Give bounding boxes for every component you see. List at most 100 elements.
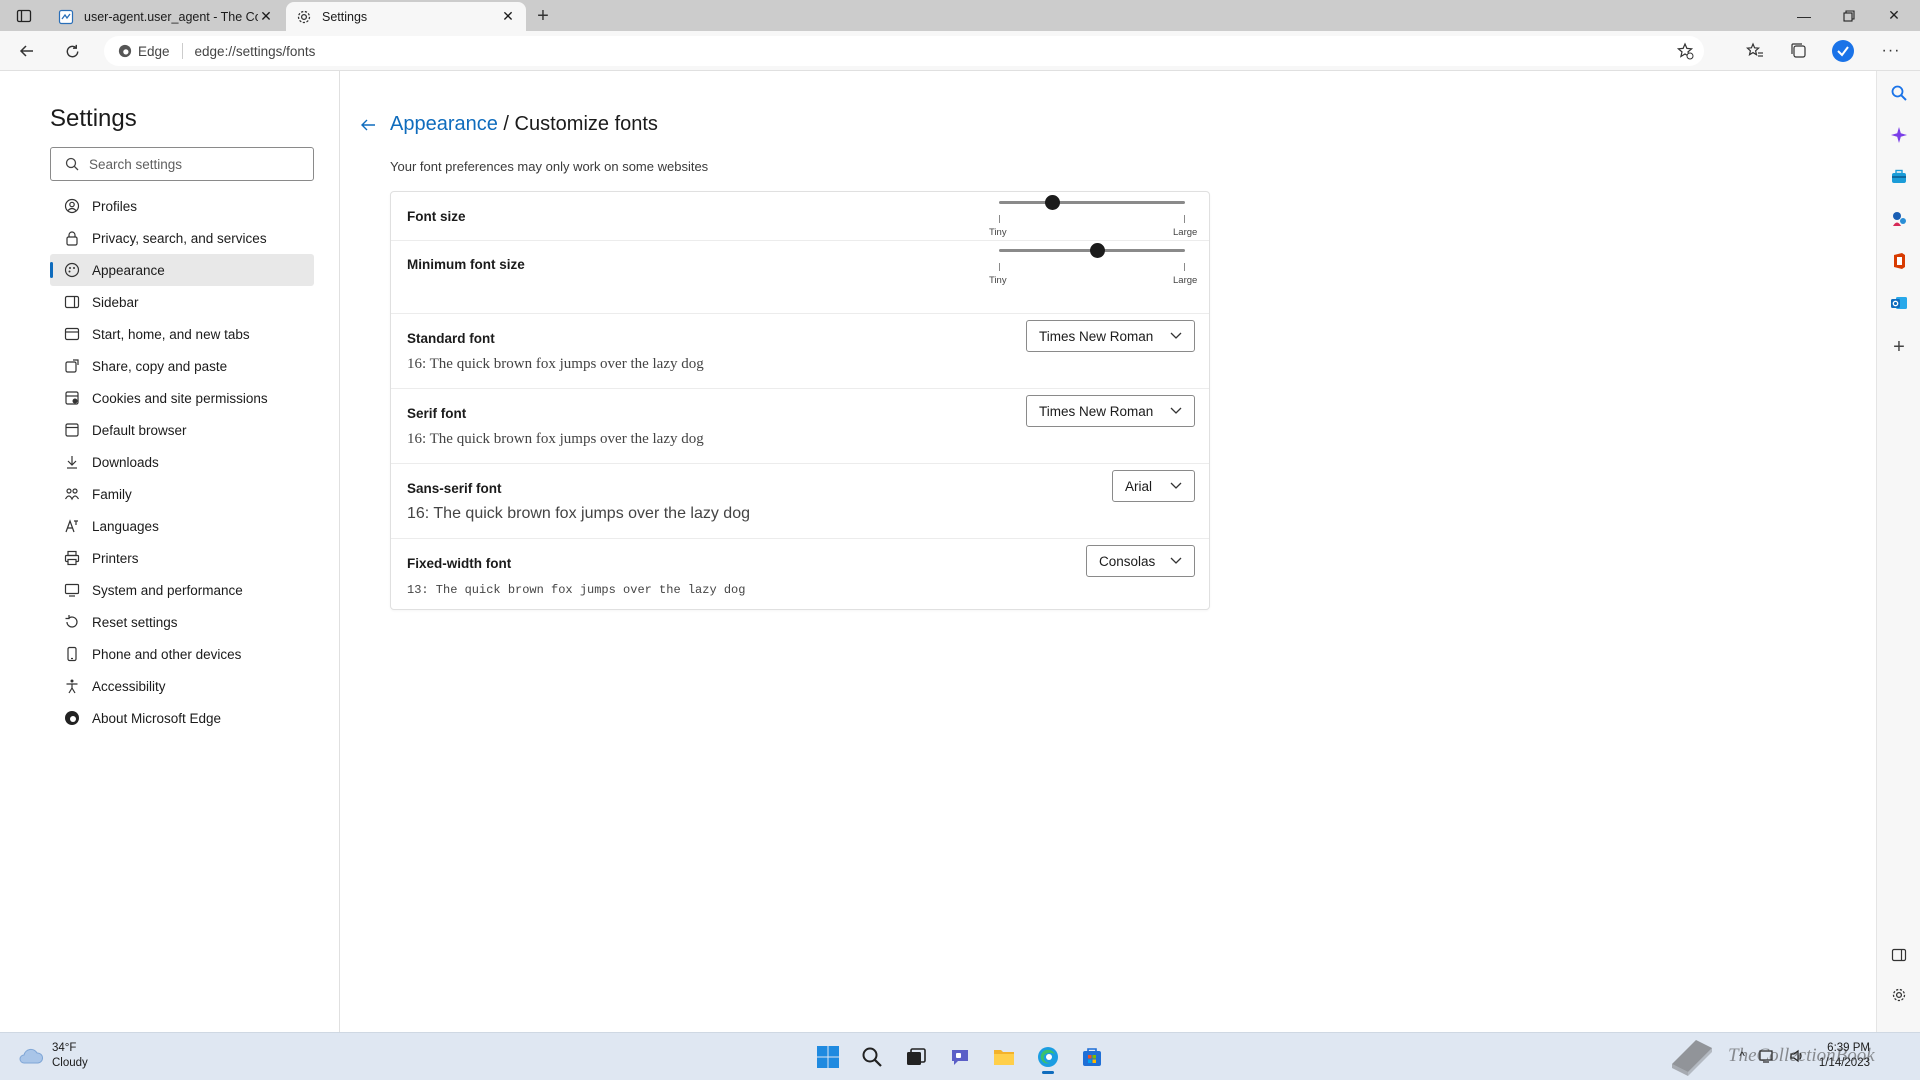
new-tab-button[interactable]: + [530,4,556,28]
sidebar-item-languages[interactable]: Languages [50,510,314,542]
sidebar-item-label: Accessibility [92,678,166,694]
tab-settings[interactable]: Settings ✕ [286,2,526,31]
start-button[interactable] [810,1039,846,1075]
tab-close-button[interactable]: ✕ [258,8,274,25]
restore-icon [1843,9,1855,22]
sidebar-settings-button[interactable] [1887,983,1911,1007]
slider-thumb[interactable] [1090,243,1106,258]
sidebar-item-printers[interactable]: Printers [50,542,314,574]
sidebar-games-button[interactable] [1887,207,1911,231]
sidebar-item-label: Cookies and site permissions [92,390,268,406]
sidebar-item-family[interactable]: Family [50,478,314,510]
appearance-icon [64,262,80,278]
sidebar-item-appearance[interactable]: Appearance [50,254,314,286]
serif-font-dropdown[interactable]: Times New Roman [1026,395,1195,427]
sidebar-tools-button[interactable] [1887,165,1911,189]
edge-sidebar: + [1876,71,1920,1032]
task-view-icon [907,1048,926,1065]
minimum-font-size-label: Minimum font size [407,257,525,272]
standard-font-label: Standard font [407,331,495,346]
sidebar-item-share-copy-and-paste[interactable]: Share, copy and paste [50,350,314,382]
system-icon [64,582,80,598]
sidebar-add-button[interactable]: + [1887,335,1911,359]
slider-tick-min [999,263,1000,271]
taskbar-search-button[interactable] [854,1039,890,1075]
sans-serif-font-sample: 16: The quick brown fox jumps over the l… [407,505,750,522]
weather-temperature: 34°F [52,1042,77,1054]
breadcrumb-appearance-link[interactable]: Appearance [390,113,498,135]
close-window-button[interactable]: ✕ [1872,0,1916,31]
add-favorite-button[interactable] [1676,42,1694,63]
slider-tick-min [999,215,1000,223]
standard-font-row: Standard font 16: The quick brown fox ju… [391,314,1209,389]
settings-main: Appearance / Customize fonts Your font p… [341,71,1875,1032]
back-to-appearance-button[interactable] [357,114,379,136]
gear-icon [1892,988,1906,1002]
sidebar-discover-button[interactable] [1887,123,1911,147]
sidebar-item-start-home-and-new-tabs[interactable]: Start, home, and new tabs [50,318,314,350]
slider-thumb[interactable] [1045,195,1061,210]
minimum-font-size-slider[interactable]: Tiny Large [989,240,1197,286]
slider-tick-max [1184,215,1185,223]
search-settings-input[interactable] [89,156,289,172]
restore-button[interactable] [1827,0,1871,31]
address-bar[interactable]: Edge edge://settings/fonts [104,36,1704,66]
panel-icon [1891,948,1907,962]
profile-button[interactable] [1828,37,1858,65]
refresh-button[interactable] [57,37,87,65]
site-identity-chip[interactable]: Edge [118,43,183,59]
edge-taskbar-button[interactable] [1030,1039,1066,1075]
task-view-button[interactable] [898,1039,934,1075]
file-explorer-button[interactable] [986,1039,1022,1075]
sidebar-item-phone-and-other-devices[interactable]: Phone and other devices [50,638,314,670]
watermark-text: TheCollectionBook [1728,1045,1875,1066]
watermark: TheCollectionBook [1666,1034,1875,1078]
minimize-button[interactable]: — [1782,0,1826,31]
sidebar-item-profiles[interactable]: Profiles [50,190,314,222]
share-icon [64,358,80,374]
sans-serif-font-dropdown[interactable]: Arial [1112,470,1195,502]
sidebar-hide-button[interactable] [1887,943,1911,967]
chevron-down-icon [1170,407,1182,415]
fixed-width-font-row: Fixed-width font 13: The quick brown fox… [391,539,1209,610]
sidebar-item-system-and-performance[interactable]: System and performance [50,574,314,606]
sidebar-item-cookies-and-site-permissions[interactable]: Cookies and site permissions [50,382,314,414]
collections-button[interactable] [1784,37,1814,65]
tab-actions-button[interactable] [10,4,38,28]
more-options-button[interactable]: ··· [1876,37,1906,65]
store-button[interactable] [1074,1039,1110,1075]
font-size-slider[interactable]: Tiny Large [989,192,1197,238]
teams-chat-button[interactable] [942,1039,978,1075]
standard-font-dropdown[interactable]: Times New Roman [1026,320,1195,352]
minimum-font-size-row: Minimum font size Tiny Large [391,241,1209,314]
sidebar-item-privacy-search-and-services[interactable]: Privacy, search, and services [50,222,314,254]
sidebar-search-button[interactable] [1887,81,1911,105]
sidebar-item-downloads[interactable]: Downloads [50,446,314,478]
lock-icon [64,230,80,246]
sidebar-item-accessibility[interactable]: Accessibility [50,670,314,702]
fixed-width-font-dropdown[interactable]: Consolas [1086,545,1195,577]
sidebar-item-about-microsoft-edge[interactable]: About Microsoft Edge [50,702,314,734]
weather-widget[interactable]: 34°F Cloudy [18,1041,88,1071]
slider-max-label: Large [1173,227,1198,238]
favorites-button[interactable] [1740,37,1770,65]
sidebar-outlook-button[interactable] [1887,291,1911,315]
sidebar-item-sidebar[interactable]: Sidebar [50,286,314,318]
taskbar-apps [810,1039,1110,1075]
font-preference-hint: Your font preferences may only work on s… [390,159,709,174]
printer-icon [64,550,80,566]
sidebar-item-label: Profiles [92,198,138,214]
sidebar-item-default-browser[interactable]: Default browser [50,414,314,446]
back-button[interactable] [12,37,42,65]
slider-min-label: Tiny [989,275,1007,286]
sidebar-office-button[interactable] [1887,249,1911,273]
sidebar-item-label: Privacy, search, and services [92,230,267,246]
tab-close-button[interactable]: ✕ [500,8,516,25]
sidebar-item-label: Downloads [92,454,159,470]
dropdown-value: Consolas [1099,553,1156,569]
star-add-icon [1676,42,1694,60]
search-settings-box[interactable] [50,147,314,181]
tab-user-agent[interactable]: user-agent.user_agent - The Coll ✕ [48,2,284,31]
outlook-icon [1891,297,1907,309]
sidebar-item-reset-settings[interactable]: Reset settings [50,606,314,638]
